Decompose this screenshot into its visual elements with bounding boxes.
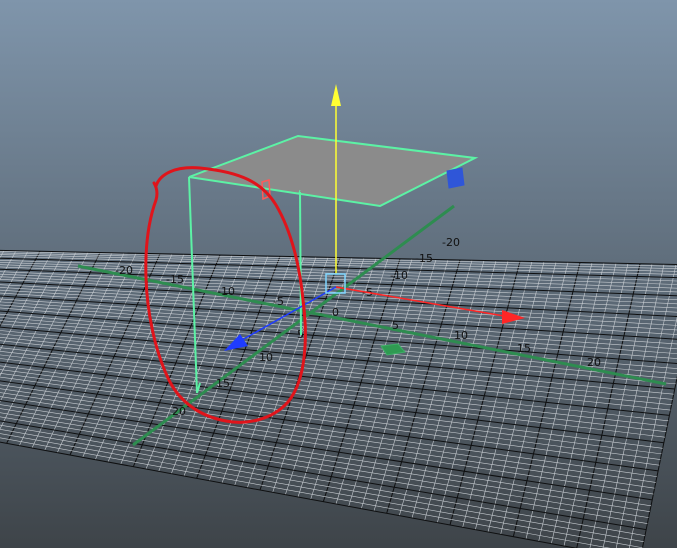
grid-label-z-neg-15: -15 <box>415 252 433 265</box>
grid-label-x-pos-5: 5 <box>392 319 399 332</box>
grid-label-z-pos-15: 15 <box>216 377 230 390</box>
table-leg-right[interactable] <box>299 191 302 336</box>
grid-label-z-pos-20: 20 <box>172 405 186 418</box>
3d-viewport[interactable]: 5 10 15 20 -5 -10 -15 -20 5 10 15 20 -5 … <box>0 0 677 548</box>
grid-label-origin: 0 <box>332 306 339 319</box>
viewport-scene[interactable]: 5 10 15 20 -5 -10 -15 -20 5 10 15 20 -5 … <box>0 0 677 548</box>
grid-label-x-pos-10: 10 <box>454 329 468 342</box>
grid-label-z-neg-10: -10 <box>390 269 408 282</box>
grid-label-z-pos-10: 10 <box>259 351 273 364</box>
grid-label-x-pos-20: 20 <box>587 356 601 369</box>
grid-label-x-neg-5: -5 <box>273 295 284 308</box>
grid-label-z-neg-20: -20 <box>442 236 460 249</box>
grid-label-x-pos-15: 15 <box>517 342 531 355</box>
grid-label-x-neg-15: -15 <box>166 273 184 286</box>
grid-label-x-neg-20: -20 <box>115 264 133 277</box>
grid-label-x-neg-10: -10 <box>217 285 235 298</box>
scale-handle-blue[interactable] <box>446 167 465 189</box>
